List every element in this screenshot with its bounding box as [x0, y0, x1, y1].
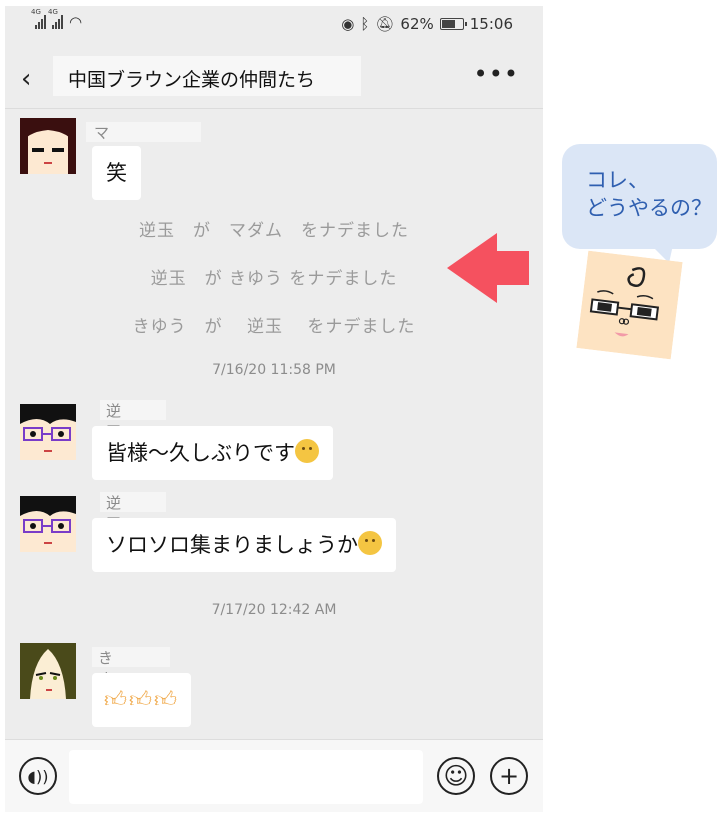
- status-bar: 4G 4G ◠ ◉ ᛒ 🔕︎ 62% 15:06: [5, 6, 543, 44]
- message-bubble[interactable]: ソロソロ集まりましょうか: [92, 518, 396, 572]
- confused-face-icon: [576, 250, 683, 360]
- avatar[interactable]: [20, 643, 76, 699]
- eye-icon: ◉: [341, 15, 355, 33]
- avatar[interactable]: [20, 404, 76, 460]
- thumbs-up-icon: 👍︎: [129, 688, 152, 713]
- more-dots-icon[interactable]: •••: [474, 60, 519, 88]
- header-divider: [5, 108, 543, 109]
- status-right: ◉ ᛒ 🔕︎ 62% 15:06: [341, 15, 513, 33]
- system-message: きゆう が 逆玉 をナデました: [132, 317, 416, 337]
- message-bubble[interactable]: 👍︎👍︎👍︎: [92, 673, 191, 727]
- message-bubble[interactable]: 笑: [92, 146, 141, 200]
- message-input[interactable]: [69, 750, 423, 804]
- chat-header: ‹ 中国ブラウン企業の仲間たち •••: [5, 50, 543, 106]
- mute-bell-icon: 🔕︎: [375, 15, 395, 33]
- voice-icon[interactable]: ◖)): [19, 757, 57, 795]
- thinking-face-emoji-icon: [358, 531, 382, 555]
- message-bubble[interactable]: 皆様〜久しぶりです: [92, 426, 333, 480]
- bluetooth-icon: ᛒ: [360, 15, 370, 33]
- signal-group: 4G 4G ◠: [31, 8, 83, 31]
- signal-icon: 4G: [48, 8, 63, 29]
- message-text: 笑: [106, 161, 127, 185]
- smiley-icon[interactable]: ☺: [437, 757, 475, 795]
- plus-icon[interactable]: +: [490, 757, 528, 795]
- thumbs-up-icon: 👍︎: [104, 688, 127, 713]
- battery-icon: [439, 18, 467, 30]
- page-title: 中国ブラウン企業の仲間たち: [68, 69, 316, 91]
- wifi-icon: ◠: [69, 13, 83, 31]
- avatar[interactable]: [20, 118, 76, 174]
- chevron-left-icon[interactable]: ‹: [21, 64, 31, 94]
- avatar[interactable]: [20, 496, 76, 552]
- thumbs-up-icon: 👍︎: [154, 688, 177, 713]
- clock: 15:06: [469, 15, 513, 33]
- input-bar: ◖)) ☺ +: [5, 739, 543, 812]
- chat-screen: 4G 4G ◠ ◉ ᛒ 🔕︎ 62% 15:06 ‹ 中国ブラウン企業の仲間たち…: [5, 6, 543, 812]
- battery-percent: 62%: [400, 15, 434, 33]
- message-text: 皆様〜久しぶりです: [106, 441, 295, 465]
- timestamp: 7/17/20 12:42 AM: [211, 602, 337, 618]
- red-arrow-icon: [447, 233, 529, 303]
- message-text: ソロソロ集まりましょうか: [106, 533, 358, 557]
- signal-icon: 4G: [31, 8, 46, 29]
- hugging-face-emoji-icon: [295, 439, 319, 463]
- annotation-text: コレ、 どうやるの？: [586, 168, 712, 220]
- timestamp: 7/16/20 11:58 PM: [212, 362, 336, 378]
